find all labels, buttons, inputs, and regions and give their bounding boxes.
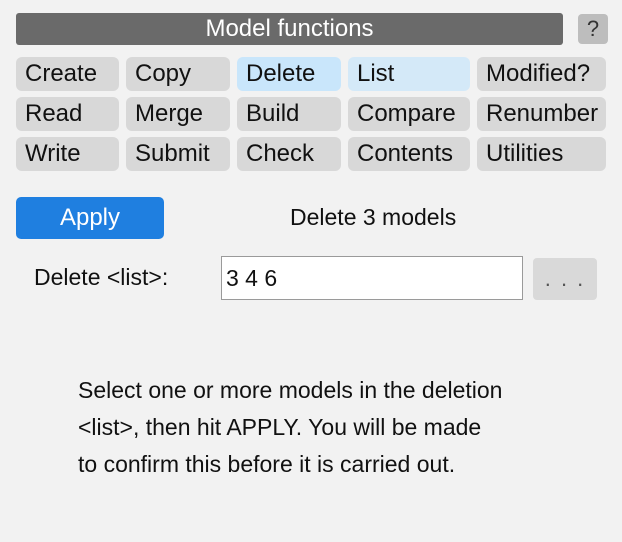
compare-button[interactable]: Compare [348, 97, 470, 131]
delete-list-label: Delete <list>: [34, 264, 169, 290]
renumber-button[interactable]: Renumber [477, 97, 606, 131]
help-line: to confirm this before it is carried out… [78, 451, 456, 477]
apply-button[interactable]: Apply [16, 197, 164, 239]
read-button[interactable]: Read [16, 97, 119, 131]
help-text: Select one or more models in the deletio… [78, 372, 598, 483]
check-button[interactable]: Check [237, 137, 341, 171]
utilities-button[interactable]: Utilities [477, 137, 606, 171]
delete-button[interactable]: Delete [237, 57, 341, 91]
modified-button[interactable]: Modified? [477, 57, 606, 91]
delete-list-input[interactable] [221, 256, 523, 300]
panel-title: Model functions [16, 13, 563, 45]
create-button[interactable]: Create [16, 57, 119, 91]
help-line: Select one or more models in the deletio… [78, 377, 503, 403]
status-text: Delete 3 models [290, 204, 457, 230]
build-button[interactable]: Build [237, 97, 341, 131]
contents-button[interactable]: Contents [348, 137, 470, 171]
merge-button[interactable]: Merge [126, 97, 230, 131]
list-button[interactable]: List [348, 57, 470, 91]
help-button[interactable]: ? [578, 14, 608, 44]
submit-button[interactable]: Submit [126, 137, 230, 171]
help-line: <list>, then hit APPLY. You will be made [78, 414, 482, 440]
copy-button[interactable]: Copy [126, 57, 230, 91]
browse-button[interactable]: . . . [533, 258, 597, 300]
write-button[interactable]: Write [16, 137, 119, 171]
